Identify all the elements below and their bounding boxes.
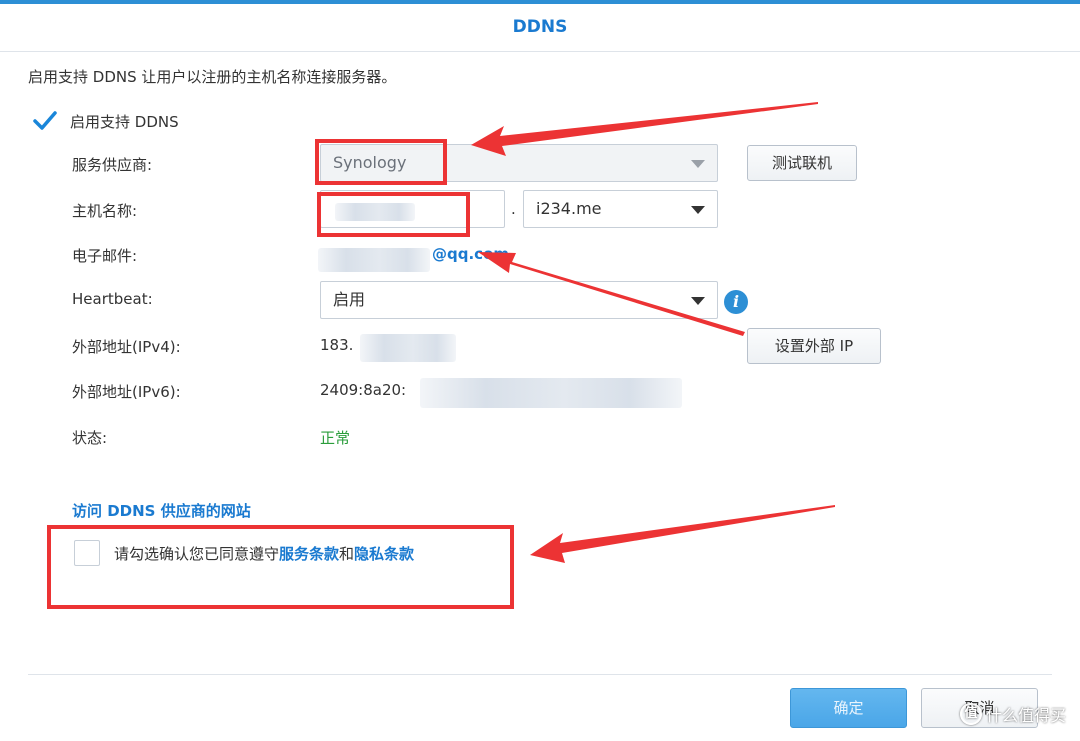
enable-ddns-label: 启用支持 DDNS bbox=[70, 112, 179, 131]
footer-divider bbox=[28, 674, 1052, 675]
watermark-text: 什么值得买 bbox=[985, 706, 1066, 725]
domain-value: i234.me bbox=[536, 199, 602, 218]
ipv4-label: 外部地址(IPv4): bbox=[72, 338, 181, 356]
ok-button[interactable]: 确定 bbox=[790, 688, 907, 728]
email-domain: @qq.com bbox=[432, 245, 509, 263]
hostname-separator: . bbox=[511, 200, 516, 218]
ipv6-value: 2409:8a20: bbox=[320, 381, 407, 399]
annotation-box-hostname bbox=[317, 192, 470, 237]
redacted-email bbox=[318, 248, 430, 272]
chevron-down-icon bbox=[691, 160, 705, 168]
annotation-box-provider bbox=[315, 139, 447, 185]
watermark: 值 什么值得买 bbox=[959, 702, 1066, 726]
annotation-box-terms bbox=[47, 525, 514, 609]
chevron-down-icon bbox=[691, 297, 705, 305]
ipv6-label: 外部地址(IPv6): bbox=[72, 383, 181, 401]
domain-select[interactable]: i234.me bbox=[523, 190, 718, 228]
dialog-title: DDNS bbox=[0, 4, 1080, 52]
status-value: 正常 bbox=[320, 429, 351, 447]
redacted-ipv4 bbox=[360, 334, 456, 362]
info-icon[interactable]: i bbox=[724, 290, 748, 314]
ipv4-value: 183. bbox=[320, 336, 354, 354]
enable-ddns-row[interactable]: 启用支持 DDNS bbox=[32, 108, 179, 134]
intro-text: 启用支持 DDNS 让用户以注册的主机名称连接服务器。 bbox=[28, 68, 397, 86]
status-label: 状态: bbox=[72, 429, 108, 447]
checkmark-icon bbox=[33, 111, 57, 130]
provider-label: 服务供应商: bbox=[72, 156, 153, 174]
email-label: 电子邮件: bbox=[72, 247, 138, 265]
enable-ddns-checkbox[interactable] bbox=[32, 108, 58, 134]
set-external-ip-button[interactable]: 设置外部 IP bbox=[747, 328, 881, 364]
chevron-down-icon bbox=[691, 206, 705, 214]
provider-website-link[interactable]: 访问 DDNS 供应商的网站 bbox=[72, 500, 251, 521]
annotation-arrow-terms bbox=[530, 505, 835, 563]
watermark-badge-icon: 值 bbox=[959, 703, 982, 725]
heartbeat-value: 启用 bbox=[333, 290, 366, 309]
hostname-label: 主机名称: bbox=[72, 202, 138, 220]
heartbeat-select[interactable]: 启用 bbox=[320, 281, 718, 319]
heartbeat-label: Heartbeat: bbox=[72, 290, 153, 308]
redacted-ipv6 bbox=[420, 378, 682, 408]
test-connection-button[interactable]: 测试联机 bbox=[747, 145, 857, 181]
